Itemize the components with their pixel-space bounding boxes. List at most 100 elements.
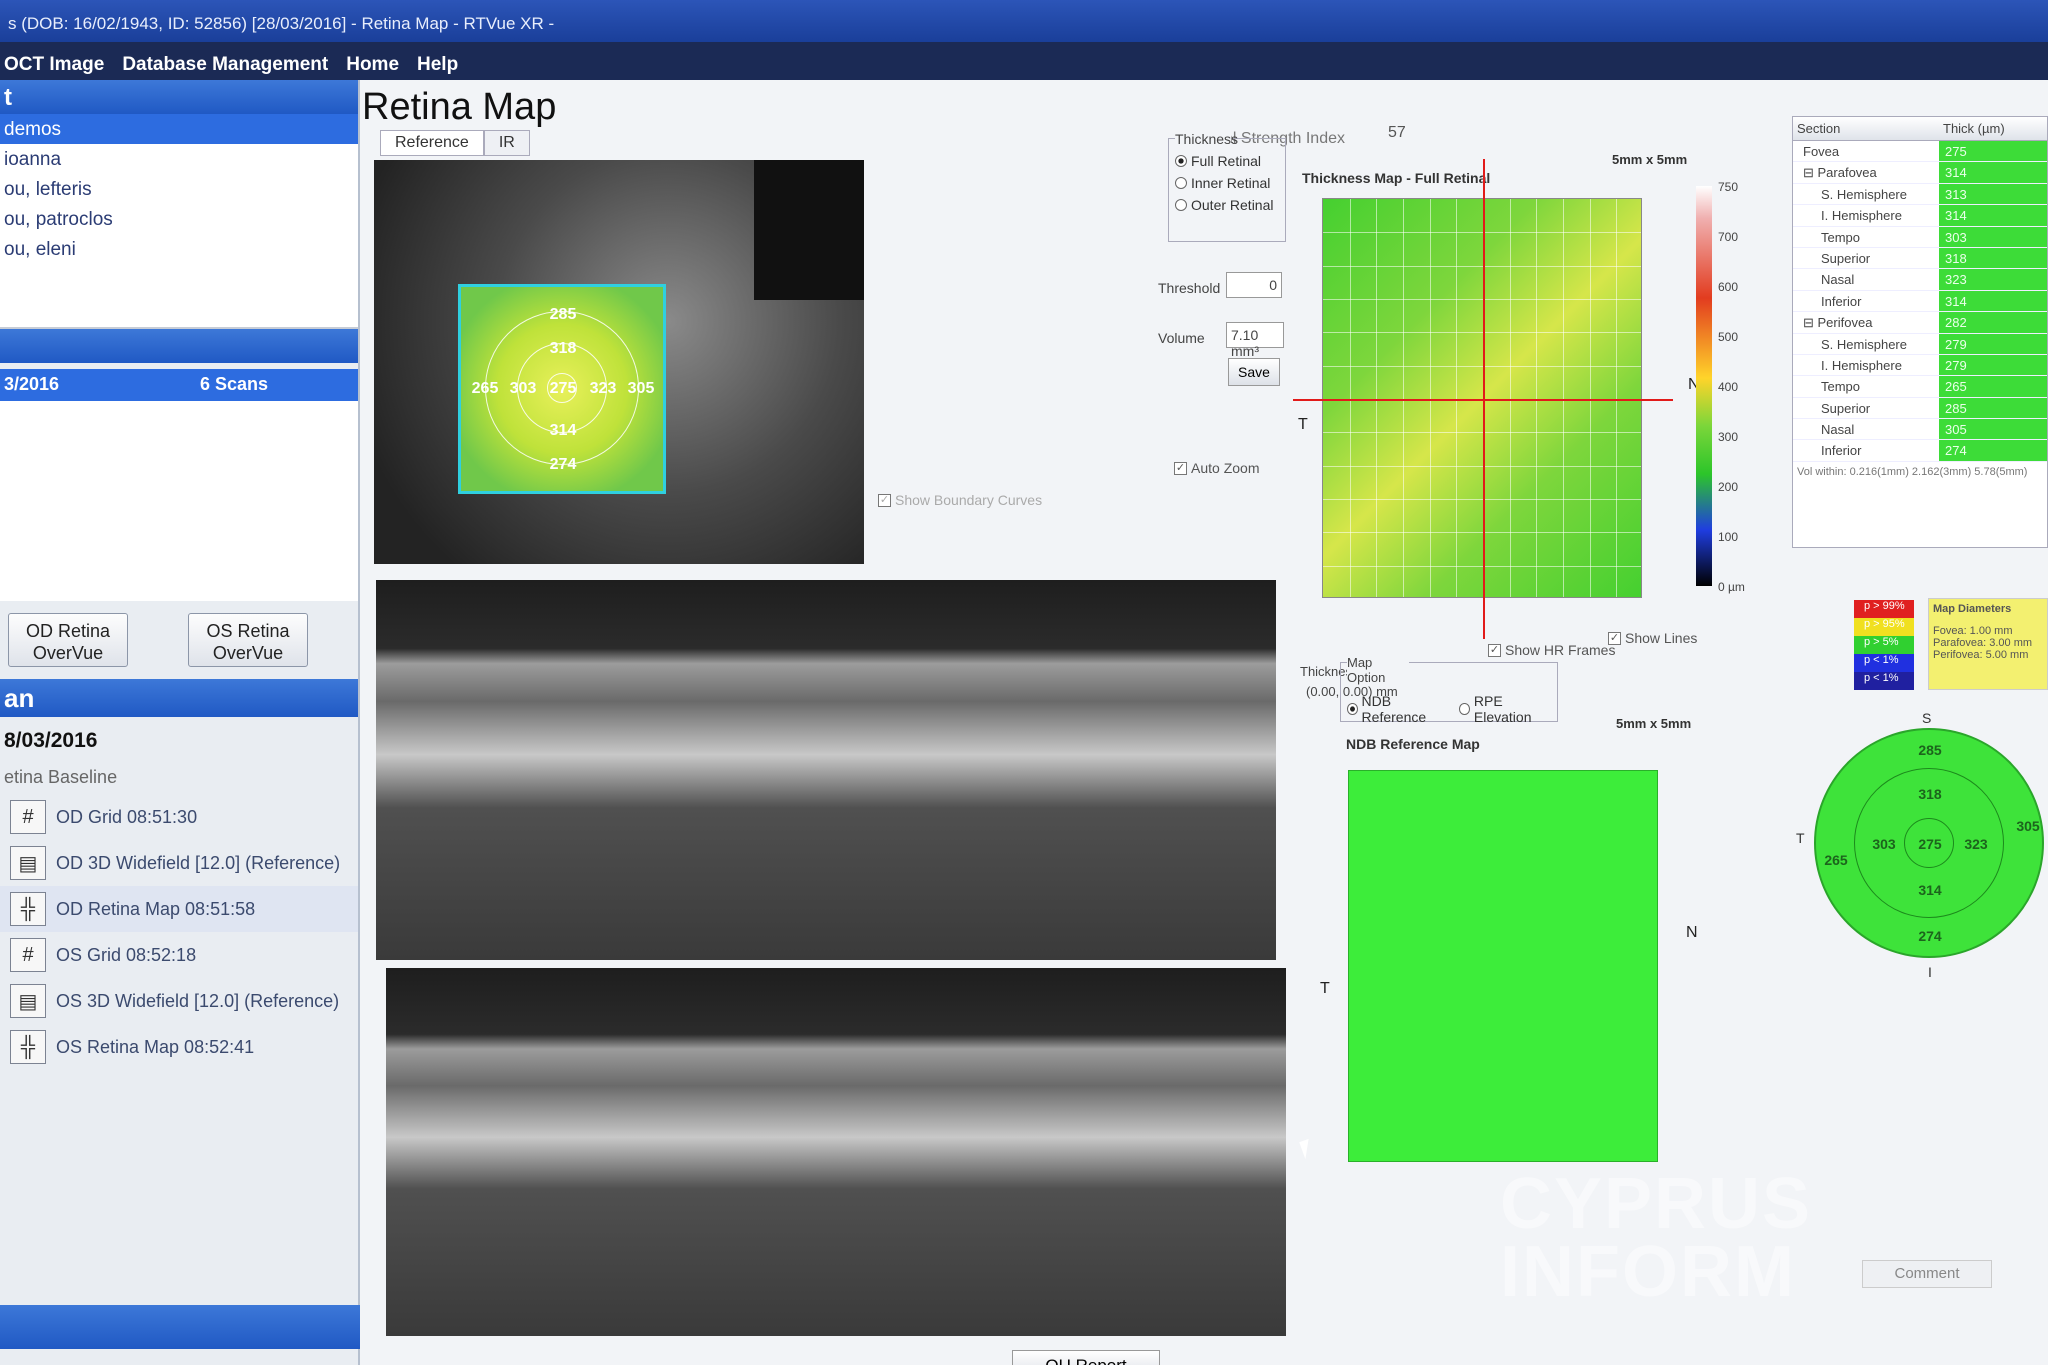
- sector-value-inferior-outer: 274: [1918, 928, 1942, 944]
- radio-rpe-elevation[interactable]: RPE Elevation: [1459, 693, 1551, 725]
- visit-row[interactable]: 3/2016 6 Scans: [0, 369, 358, 401]
- scan-item[interactable]: ▤ OD 3D Widefield [12.0] (Reference): [0, 840, 358, 886]
- ndb-reference-map[interactable]: [1348, 770, 1658, 1162]
- overlay-value-nasal-outer: 305: [627, 380, 655, 397]
- sector-value-nasal-outer: 305: [2016, 818, 2040, 834]
- scan-item[interactable]: # OD Grid 08:51:30: [0, 794, 358, 840]
- legend-entry: p > 95%: [1854, 618, 1914, 636]
- section-value: 279: [1939, 333, 2047, 354]
- patient-item[interactable]: demos: [0, 114, 358, 144]
- radio-label: Full Retinal: [1191, 153, 1262, 169]
- fundus-image[interactable]: 285 318 265 303 275 323 305 314 274: [374, 160, 864, 564]
- table-row[interactable]: ⊟ Parafovea 314: [1793, 162, 2047, 184]
- column-header-section[interactable]: Section: [1793, 117, 1939, 140]
- column-header-thickness[interactable]: Thick (µm): [1939, 117, 2047, 140]
- bscan-horizontal[interactable]: [376, 580, 1276, 960]
- table-row[interactable]: S. Hemisphere 313: [1793, 183, 2047, 206]
- patient-item[interactable]: ou, patroclos: [0, 204, 358, 234]
- od-retina-overvue-button[interactable]: OD Retina OverVue: [8, 613, 128, 667]
- table-row[interactable]: Inferior 274: [1793, 440, 2047, 462]
- radio-full-retinal[interactable]: Full Retinal: [1175, 153, 1279, 169]
- show-hr-frames-checkbox[interactable]: ✓ Show HR Frames: [1488, 642, 1615, 658]
- menu-help[interactable]: Help: [417, 54, 458, 80]
- threshold-input[interactable]: 0: [1226, 272, 1282, 298]
- table-row[interactable]: Fovea 275: [1793, 141, 2047, 163]
- grid-line: [1323, 232, 1641, 234]
- legend-entry: p < 1%: [1854, 654, 1914, 672]
- checkbox-icon: ✓: [878, 493, 891, 507]
- thickness-map[interactable]: [1293, 159, 1673, 639]
- table-row[interactable]: I. Hemisphere 314: [1793, 205, 2047, 227]
- sector-thickness-chart[interactable]: 285 318 265 303 275 323 305 314 274: [1814, 728, 2044, 958]
- scan-label: OD 3D Widefield [12.0] (Reference): [56, 852, 341, 873]
- patient-item[interactable]: ou, lefteris: [0, 174, 358, 204]
- scale-tick-label: 400: [1718, 380, 1739, 394]
- threshold-label: Threshold: [1158, 280, 1221, 296]
- mouse-cursor-icon: [1299, 1138, 1315, 1160]
- comment-button[interactable]: Comment: [1862, 1260, 1992, 1288]
- menu-oct-image[interactable]: OCT Image: [4, 54, 104, 80]
- radio-outer-retinal[interactable]: Outer Retinal: [1175, 197, 1279, 213]
- menu-database-management[interactable]: Database Management: [122, 54, 328, 80]
- table-row[interactable]: ⊟ Perifovea 282: [1793, 312, 2047, 334]
- sector-value-superior-inner: 318: [1918, 786, 1942, 802]
- scan-item[interactable]: ╬ OS Retina Map 08:52:41: [0, 1024, 358, 1070]
- section-value: 305: [1939, 419, 2047, 440]
- volume-footer: Vol within: 0.216(1mm) 2.162(3mm) 5.78(5…: [1797, 465, 2028, 478]
- table-row[interactable]: Tempo 265: [1793, 376, 2047, 398]
- show-lines-checkbox[interactable]: ✓ Show Lines: [1608, 630, 1697, 646]
- grid-line: [1429, 199, 1431, 597]
- show-boundary-checkbox[interactable]: ✓ Show Boundary Curves: [878, 492, 1042, 508]
- scale-tick-label: 100: [1718, 530, 1739, 544]
- patient-item[interactable]: ioanna: [0, 144, 358, 174]
- table-row[interactable]: Nasal 323: [1793, 269, 2047, 291]
- patient-list: demos ioanna ou, lefteris ou, patroclos …: [0, 114, 358, 329]
- section-value: 314: [1939, 290, 2047, 312]
- grid-line: [1589, 199, 1591, 597]
- radio-ndb-reference[interactable]: NDB Reference: [1347, 693, 1445, 725]
- scale-tick-label: 600: [1718, 280, 1739, 294]
- section-name: ⊟ Perifovea: [1803, 315, 1873, 331]
- volume-value: 7.10 mm³: [1226, 322, 1284, 359]
- radio-icon: [1175, 199, 1187, 211]
- scan-item[interactable]: # OS Grid 08:52:18: [0, 932, 358, 978]
- table-row[interactable]: Tempo 303: [1793, 226, 2047, 248]
- crosshair-horizontal[interactable]: [1293, 399, 1673, 401]
- patient-item[interactable]: ou, eleni: [0, 234, 358, 264]
- table-row[interactable]: Nasal 305: [1793, 419, 2047, 441]
- bscan-vertical[interactable]: [386, 968, 1286, 1336]
- table-row[interactable]: Superior 318: [1793, 247, 2047, 270]
- table-row[interactable]: S. Hemisphere 279: [1793, 333, 2047, 355]
- table-row[interactable]: I. Hemisphere 279: [1793, 354, 2047, 377]
- sector-value-temporal-inner: 303: [1872, 836, 1896, 852]
- sector-label-i: I: [1928, 964, 1932, 980]
- section-name: S. Hemisphere: [1821, 336, 1907, 352]
- tab-ir[interactable]: IR: [483, 130, 530, 156]
- section-value: 314: [1939, 205, 2047, 226]
- section-value: 318: [1939, 247, 2047, 269]
- scan-label: OS Retina Map 08:52:41: [56, 1036, 255, 1057]
- map-option-legend: Map Option: [1347, 655, 1409, 685]
- table-row[interactable]: Superior 285: [1793, 397, 2047, 420]
- menu-home[interactable]: Home: [346, 54, 399, 80]
- section-name: Inferior: [1821, 293, 1862, 309]
- auto-zoom-checkbox[interactable]: ✓ Auto Zoom: [1174, 460, 1259, 476]
- overlay-value-temporal-outer: 265: [471, 380, 499, 397]
- scan-item[interactable]: ▤ OS 3D Widefield [12.0] (Reference): [0, 978, 358, 1024]
- grid-line: [1323, 432, 1641, 434]
- radio-inner-retinal[interactable]: Inner Retinal: [1175, 175, 1279, 191]
- tab-reference[interactable]: Reference: [380, 130, 484, 156]
- overlay-value-center: 275: [549, 380, 577, 397]
- grid-line: [1563, 199, 1564, 597]
- table-row[interactable]: Inferior 314: [1793, 290, 2047, 313]
- save-button[interactable]: Save: [1228, 358, 1280, 386]
- ou-report-button[interactable]: OU Report: [1012, 1350, 1160, 1365]
- scan-item[interactable]: ╬ OD Retina Map 08:51:58: [0, 886, 358, 932]
- thickness-options: Thickness Full Retinal Inner Retinal Out…: [1168, 131, 1286, 242]
- thickness-overlay: 285 318 265 303 275 323 305 314 274: [458, 284, 666, 494]
- grid-line: [1323, 265, 1641, 267]
- section-name: Nasal: [1821, 272, 1855, 288]
- scan-label: OS 3D Widefield [12.0] (Reference): [56, 990, 340, 1011]
- os-retina-overvue-button[interactable]: OS Retina OverVue: [188, 613, 308, 667]
- screen: s (DOB: 16/02/1943, ID: 52856) [28/03/20…: [0, 0, 2048, 1365]
